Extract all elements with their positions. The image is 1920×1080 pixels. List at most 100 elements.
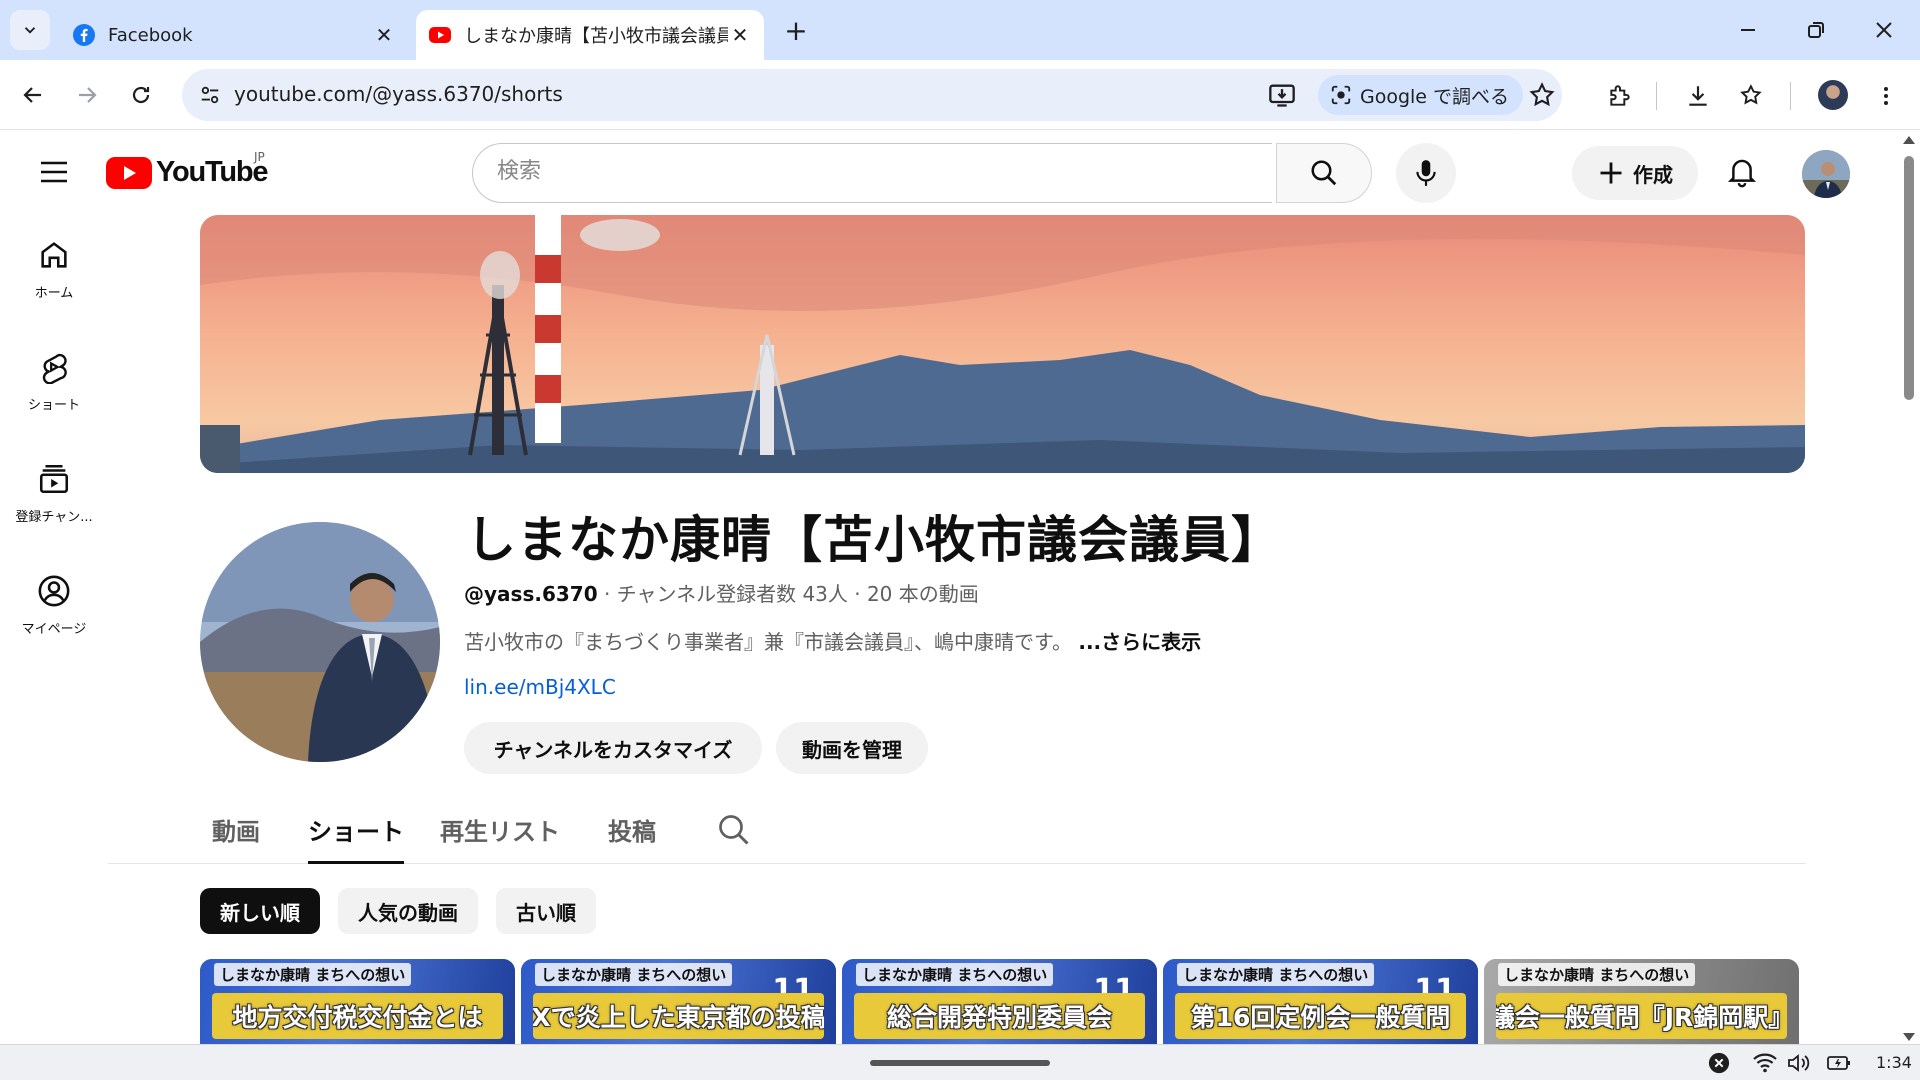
google-lens-button[interactable]: Google で調べる bbox=[1318, 75, 1524, 115]
scroll-up-arrow[interactable] bbox=[1903, 136, 1915, 144]
short-thumbnail[interactable]: 11 しまなか康晴 まちへの想い 総合開発特別委員会 bbox=[842, 959, 1157, 1044]
url-text[interactable]: youtube.com/@yass.6370/shorts bbox=[234, 82, 563, 106]
search-icon bbox=[1311, 160, 1337, 186]
restore-icon bbox=[1808, 22, 1824, 38]
install-app-icon[interactable] bbox=[1268, 81, 1296, 109]
battery-status[interactable] bbox=[1826, 1051, 1852, 1075]
arrow-right-icon bbox=[79, 87, 97, 103]
guide-label: 登録チャン... bbox=[15, 510, 93, 525]
thumbnail-caption: 地方交付税交付金とは bbox=[212, 993, 503, 1039]
tab-title: Facebook bbox=[108, 24, 193, 46]
close-tab-icon[interactable]: ✕ bbox=[728, 23, 752, 47]
downloads-button[interactable] bbox=[1682, 80, 1714, 112]
channel-search-button[interactable] bbox=[716, 812, 756, 852]
page-scrollbar[interactable] bbox=[1898, 130, 1920, 1045]
new-tab-button[interactable]: + bbox=[780, 14, 812, 47]
manage-videos-button[interactable]: 動画を管理 bbox=[776, 722, 928, 774]
scrollbar-thumb[interactable] bbox=[1904, 156, 1914, 400]
search-button[interactable] bbox=[1276, 143, 1372, 203]
guide-item-shorts[interactable]: ショート bbox=[0, 334, 108, 426]
browser-tab-youtube[interactable]: しまなか康晴【苫小牧市議会議員】 ✕ bbox=[416, 10, 764, 60]
subscriptions-icon bbox=[39, 465, 69, 494]
chip-newest[interactable]: 新しい順 bbox=[200, 888, 320, 934]
battery-charging-icon bbox=[1827, 1056, 1850, 1070]
more-vert-icon bbox=[1884, 87, 1888, 105]
search-input[interactable] bbox=[497, 159, 1237, 184]
short-thumbnail[interactable]: しまなか康晴 まちへの想い 地方交付税交付金とは bbox=[200, 959, 515, 1044]
forward-button[interactable] bbox=[66, 74, 108, 116]
guide-menu-button[interactable] bbox=[34, 152, 74, 192]
chip-popular[interactable]: 人気の動画 bbox=[338, 888, 478, 934]
thumbnail-caption: 総合開発特別委員会 bbox=[854, 993, 1145, 1039]
site-info-button[interactable] bbox=[194, 79, 226, 111]
account-avatar[interactable] bbox=[1802, 150, 1850, 198]
speaker-icon bbox=[1788, 1054, 1810, 1072]
customize-channel-button[interactable]: チャンネルをカスタマイズ bbox=[464, 722, 762, 774]
channel-name: しまなか康晴【苫小牧市議会議員】 bbox=[466, 511, 1282, 569]
short-thumbnail[interactable]: 11 しまなか康晴 まちへの想い 第16回定例会一般質問 bbox=[1163, 959, 1478, 1044]
volume-status[interactable] bbox=[1786, 1051, 1812, 1075]
notifications-button[interactable] bbox=[1722, 152, 1762, 192]
short-thumbnail[interactable]: しまなか康晴 まちへの想い 議会一般質問『JR錦岡駅』 bbox=[1484, 959, 1799, 1044]
close-window-button[interactable] bbox=[1862, 12, 1906, 48]
wifi-status[interactable] bbox=[1752, 1051, 1778, 1075]
channel-external-link[interactable]: lin.ee/mBj4XLC bbox=[464, 675, 616, 699]
reload-icon bbox=[132, 86, 150, 104]
home-gesture-bar[interactable] bbox=[870, 1060, 1050, 1066]
channel-avatar[interactable] bbox=[200, 522, 440, 762]
youtube-logo[interactable]: YouTube JP bbox=[106, 150, 269, 189]
browser-tab-facebook[interactable]: Facebook ✕ bbox=[64, 10, 408, 60]
thumbnail-overline: しまなか康晴 まちへの想い bbox=[535, 963, 733, 986]
youtube-logo-text: YouTube bbox=[156, 156, 269, 188]
tab-title: しまなか康晴【苫小牧市議会議員】 bbox=[464, 26, 728, 47]
short-thumbnail[interactable]: 11 しまなか康晴 まちへの想い Xで炎上した東京都の投稿 bbox=[521, 959, 836, 1044]
minimize-button[interactable] bbox=[1726, 12, 1770, 48]
channel-handle[interactable]: @yass.6370 bbox=[464, 582, 598, 606]
profile-avatar[interactable] bbox=[1818, 80, 1848, 110]
microphone-icon bbox=[1416, 160, 1436, 186]
home-icon bbox=[41, 242, 67, 268]
voice-search-button[interactable] bbox=[1396, 143, 1456, 203]
close-circle-icon bbox=[1708, 1052, 1730, 1074]
bookmarks-button[interactable] bbox=[1736, 80, 1768, 112]
chip-oldest[interactable]: 古い順 bbox=[496, 888, 596, 934]
tab-playlists[interactable]: 再生リスト bbox=[440, 812, 560, 864]
close-tab-icon[interactable]: ✕ bbox=[372, 23, 396, 47]
create-button[interactable]: 作成 bbox=[1572, 146, 1698, 200]
browser-menu-button[interactable] bbox=[1870, 80, 1902, 112]
dnd-status[interactable] bbox=[1706, 1051, 1732, 1075]
extensions-button[interactable] bbox=[1604, 80, 1636, 112]
guide-item-subscriptions[interactable]: 登録チャン... bbox=[0, 446, 108, 538]
tab-search-button[interactable] bbox=[10, 10, 50, 50]
create-label: 作成 bbox=[1633, 162, 1673, 187]
lens-icon bbox=[1331, 85, 1351, 105]
thumbnail-overline: しまなか康晴 まちへの想い bbox=[856, 963, 1054, 986]
arrow-left-icon bbox=[23, 87, 41, 103]
guide-label: マイページ bbox=[21, 622, 87, 637]
you-icon bbox=[38, 575, 70, 607]
browser-toolbar: youtube.com/@yass.6370/shorts Google で調べ… bbox=[0, 60, 1920, 130]
reload-button[interactable] bbox=[120, 74, 162, 116]
download-icon bbox=[1689, 86, 1707, 106]
restore-button[interactable] bbox=[1794, 12, 1838, 48]
tab-videos[interactable]: 動画 bbox=[212, 812, 260, 864]
youtube-favicon-icon bbox=[429, 27, 451, 43]
thumbnail-overline: しまなか康晴 まちへの想い bbox=[1498, 963, 1696, 986]
scroll-down-arrow[interactable] bbox=[1903, 1033, 1915, 1041]
account-photo bbox=[1802, 150, 1850, 198]
guide-item-you[interactable]: マイページ bbox=[0, 558, 108, 650]
search-box[interactable] bbox=[472, 143, 1272, 203]
back-button[interactable] bbox=[12, 74, 54, 116]
show-more-link[interactable]: ...さらに表示 bbox=[1078, 630, 1201, 654]
guide-item-home[interactable]: ホーム bbox=[0, 222, 108, 314]
address-bar[interactable]: youtube.com/@yass.6370/shorts Google で調べ… bbox=[182, 69, 1562, 121]
description-text: 苫小牧市の『まちづくり事業者』兼『市議会議員』、嶋中康晴です。 bbox=[464, 630, 1079, 654]
tab-shorts[interactable]: ショート bbox=[308, 812, 404, 864]
lens-label: Google で調べる bbox=[1360, 85, 1510, 108]
tab-posts[interactable]: 投稿 bbox=[608, 812, 656, 864]
bookmark-star-icon[interactable] bbox=[1528, 81, 1556, 109]
channel-description[interactable]: 苫小牧市の『まちづくり事業者』兼『市議会議員』、嶋中康晴です。 ...さらに表示 bbox=[464, 626, 1201, 655]
system-clock[interactable]: 1:34 bbox=[1876, 1053, 1912, 1072]
channel-banner bbox=[200, 215, 1805, 473]
youtube-logo-icon bbox=[106, 156, 152, 189]
